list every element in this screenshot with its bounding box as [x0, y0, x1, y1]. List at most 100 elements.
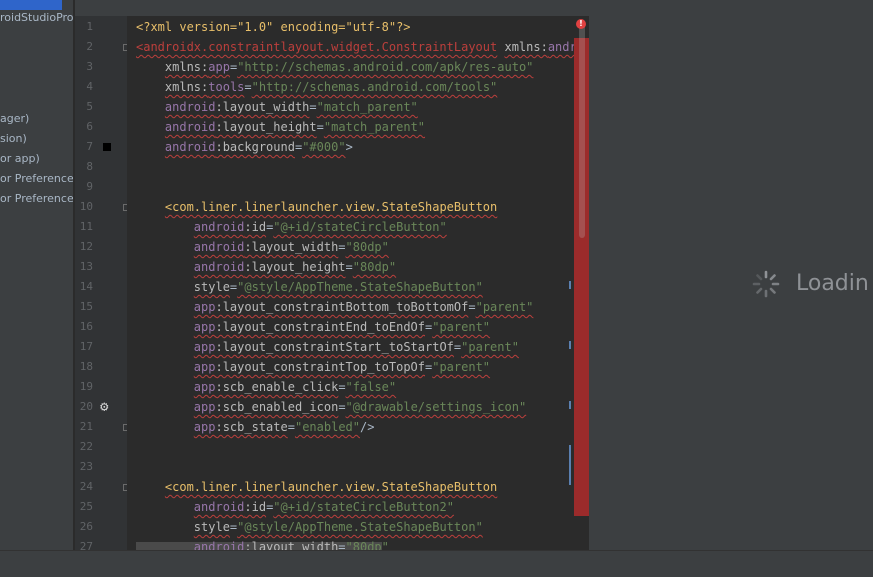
color-swatch-icon[interactable]	[103, 143, 111, 151]
project-tree-item[interactable]: roidStudioProj	[0, 11, 75, 24]
code-token: android	[164, 120, 216, 134]
code-token: <androidx.constraintlayout.widget.Constr…	[136, 40, 498, 54]
code-token: "parent"	[432, 320, 491, 334]
code-line[interactable]: android:background="#000">	[136, 137, 353, 157]
code-token: "@+id/stateCircleButton"	[273, 220, 447, 234]
code-line[interactable]: app:scb_state="enabled"/>	[136, 417, 375, 437]
line-number: 10	[79, 200, 93, 213]
code-token: :layout_height	[244, 260, 346, 274]
project-tree-item[interactable]: sion)	[0, 132, 27, 145]
code-line[interactable]: style="@style/AppTheme.StateShapeButton"	[136, 277, 483, 297]
code-line[interactable]: android:layout_height="match_parent"	[136, 117, 425, 137]
code-editor[interactable]: <?xml version="1.0" encoding="utf-8"?> <a…	[127, 16, 574, 550]
code-line[interactable]: app:scb_enable_click="false"	[136, 377, 396, 397]
project-tree-item[interactable]: or PreferenceM	[0, 192, 75, 205]
error-icon[interactable]: !	[576, 19, 586, 29]
code-token: android	[193, 540, 245, 550]
code-token: :id	[244, 500, 267, 514]
change-marker	[569, 445, 571, 485]
code-token: :scb_enabled_icon	[215, 400, 339, 414]
code-line[interactable]: app:layout_constraintTop_toTopOf="parent…	[136, 357, 490, 377]
code-line[interactable]: android:id="@+id/stateCircleButton"	[136, 217, 447, 237]
project-tree-item[interactable]: or app)	[0, 152, 40, 165]
code-token: xmlns:	[164, 80, 209, 94]
line-number: 24	[79, 480, 93, 493]
code-line[interactable]: <com.liner.linerlauncher.view.StateShape…	[136, 477, 497, 497]
code-line[interactable]: <com.liner.linerlauncher.view.StateShape…	[136, 197, 497, 217]
code-token: "match_parent"	[323, 120, 426, 134]
line-number: 5	[86, 100, 93, 113]
code-token: xmlns:	[504, 40, 548, 54]
code-token: xmlns:	[164, 60, 209, 74]
code-token: <com.liner.linerlauncher.view.StateShape…	[164, 480, 498, 494]
code-line[interactable]: android:layout_height="80dp"	[136, 257, 396, 277]
code-line[interactable]: <androidx.constraintlayout.widget.Constr…	[136, 37, 574, 57]
code-token: >	[345, 140, 353, 154]
line-number: 20	[79, 400, 93, 413]
loading-label: Loadin	[796, 271, 869, 296]
spinner-icon	[752, 270, 780, 298]
line-number: 14	[79, 280, 93, 293]
code-line[interactable]: android:id="@+id/stateCircleButton2"	[136, 497, 454, 517]
line-number: 19	[79, 380, 93, 393]
editor-gutter[interactable]: 1 2 3 4 5 6 7 8 9 10 11 12 13 14 15 16 17 18 19 20 21 22 23 24 2…	[75, 16, 130, 553]
code-token: app	[193, 400, 216, 414]
code-line[interactable]: android:layout_width="80dp"	[136, 237, 389, 257]
code-token: :layout_constraintTop_toTopOf	[215, 360, 425, 374]
error-stripe[interactable]: !	[574, 16, 589, 550]
code-line[interactable]: xmlns:tools="http://schemas.android.com/…	[136, 77, 497, 97]
code-line[interactable]: app:layout_constraintStart_toStartOf="pa…	[136, 337, 519, 357]
code-token: :layout_width	[215, 100, 310, 114]
code-token: <?xml version="1.0" encoding="utf-8"?>	[136, 20, 411, 34]
scrollbar-thumb[interactable]	[579, 24, 585, 238]
line-number: 11	[79, 220, 93, 233]
code-token: app	[193, 320, 216, 334]
code-line[interactable]: app:layout_constraintEnd_toEndOf="parent…	[136, 317, 490, 337]
line-number: 22	[79, 440, 93, 453]
code-token: android	[164, 140, 216, 154]
line-number: 15	[79, 300, 93, 313]
code-token: :background	[215, 140, 295, 154]
line-number: 17	[79, 340, 93, 353]
code-token: app	[193, 300, 216, 314]
code-token: =	[345, 260, 353, 274]
code-token: :layout_constraintEnd_toEndOf	[215, 320, 425, 334]
code-token: =	[316, 120, 324, 134]
gear-icon[interactable]: ⚙	[100, 400, 108, 414]
line-number: 3	[86, 60, 93, 73]
code-token: <com.liner.linerlauncher.view.StateShape…	[164, 200, 498, 214]
project-tree-item[interactable]: ager)	[0, 112, 29, 125]
code-line[interactable]: android:layout_width="match_parent"	[136, 97, 418, 117]
code-token: :layout_width	[244, 240, 339, 254]
line-number: 18	[79, 360, 93, 373]
code-line[interactable]: app:scb_enabled_icon="@drawable/settings…	[136, 397, 526, 417]
code-line[interactable]: xmlns:app="http://schemas.android.com/ap…	[136, 57, 534, 77]
line-number: 26	[79, 520, 93, 533]
code-line[interactable]: <?xml version="1.0" encoding="utf-8"?>	[136, 17, 411, 37]
code-token: />	[360, 420, 375, 434]
code-line[interactable]: app:layout_constraintBottom_toBottomOf="…	[136, 297, 534, 317]
code-token: =	[468, 300, 476, 314]
code-token: style	[193, 520, 230, 534]
change-marker	[569, 281, 571, 289]
project-tree-item[interactable]: or PreferenceM	[0, 172, 75, 185]
selected-project-row[interactable]	[0, 0, 62, 10]
code-line[interactable]: android:layout_width="80dp"	[136, 537, 389, 550]
line-number: 21	[79, 420, 93, 433]
editor-tab-strip	[75, 0, 873, 17]
code-token: "@style/AppTheme.StateShapeButton"	[237, 280, 483, 294]
code-line[interactable]: style="@style/AppTheme.StateShapeButton"	[136, 517, 483, 537]
code-token: "parent"	[475, 300, 534, 314]
code-token: "80dp"	[345, 240, 389, 254]
code-token: android	[193, 240, 245, 254]
